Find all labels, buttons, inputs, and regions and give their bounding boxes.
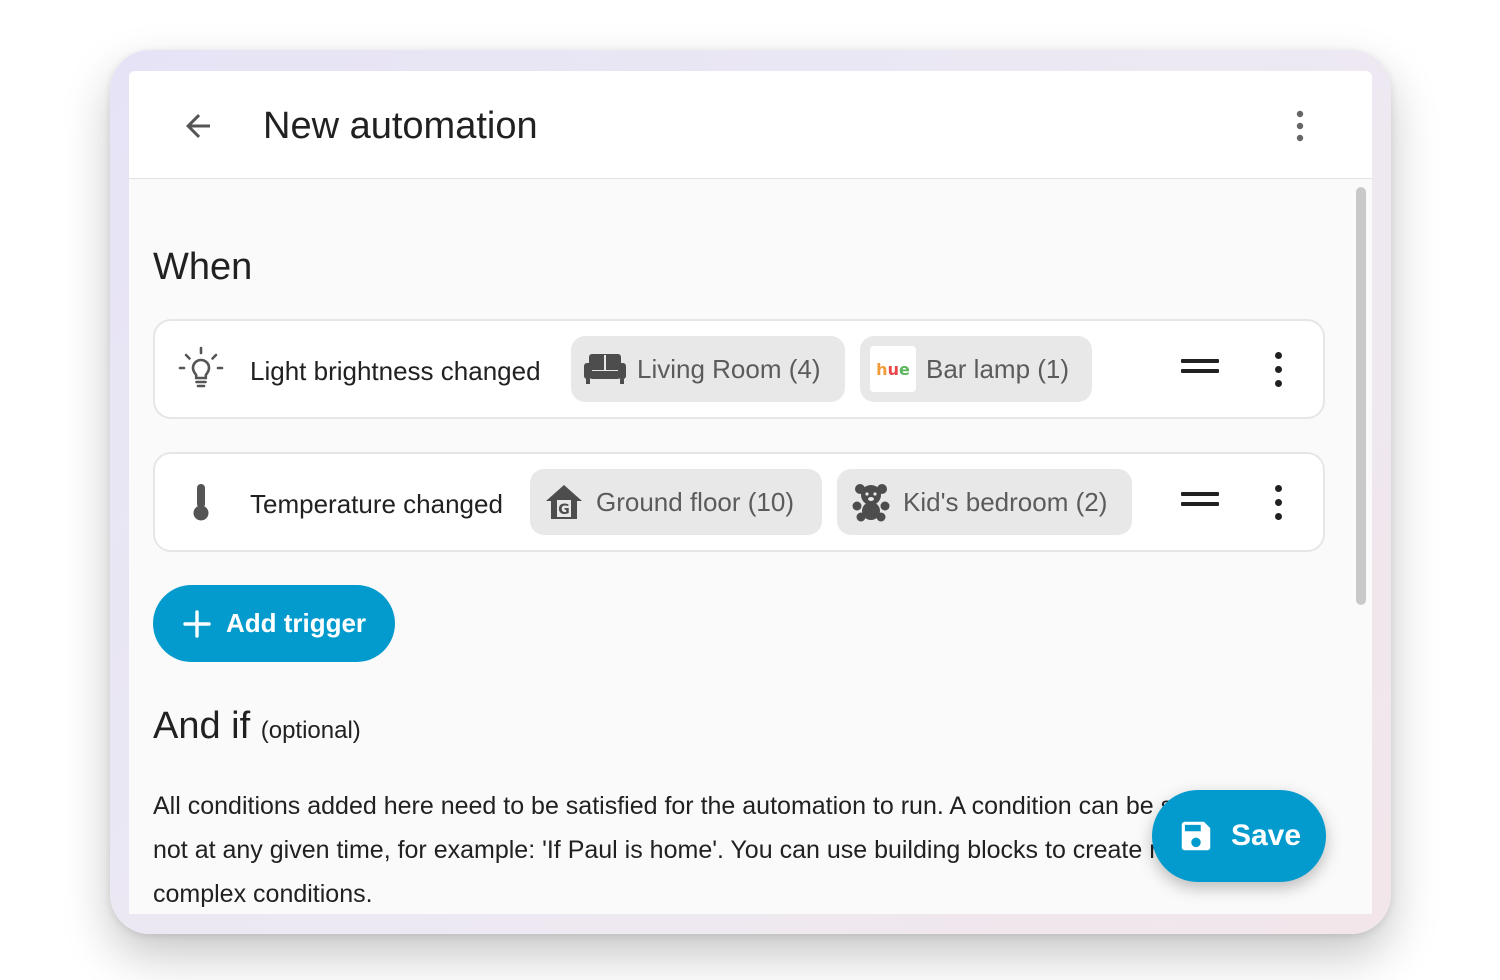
drag-handle-icon[interactable] (1181, 492, 1219, 512)
trigger-menu-button[interactable] (1263, 481, 1293, 523)
hue-logo: hue (870, 346, 916, 392)
trigger-card-light-brightness[interactable]: Light brightness changed Living Room (4) (153, 319, 1325, 419)
teddy-bear-icon (849, 480, 893, 524)
floppy-disk-icon (1181, 821, 1211, 851)
trigger-menu-button[interactable] (1263, 348, 1293, 390)
target-chip-bar-lamp[interactable]: hue Bar lamp (1) (860, 336, 1092, 402)
add-trigger-button[interactable]: Add trigger (153, 585, 395, 662)
trigger-card-temperature[interactable]: Temperature changed G Ground floor (10) (153, 452, 1325, 552)
optional-label: (optional) (260, 717, 361, 744)
target-chip-living-room[interactable]: Living Room (4) (571, 336, 845, 402)
target-chip-ground-floor[interactable]: G Ground floor (10) (530, 469, 822, 535)
top-app-bar: New automation (129, 71, 1372, 179)
chip-label: Kid's bedroom (2) (903, 486, 1108, 517)
back-button[interactable] (176, 104, 220, 148)
plus-icon (183, 609, 211, 638)
overflow-menu-button[interactable] (1280, 104, 1320, 148)
chip-label: Living Room (4) (637, 353, 821, 384)
arrow-left-icon (186, 114, 210, 138)
and-if-title: And if (153, 705, 251, 747)
lightbulb-icon (177, 345, 225, 393)
page-title: New automation (263, 105, 538, 147)
and-if-heading: And if (optional) (153, 705, 361, 748)
target-chip-kids-bedroom[interactable]: Kid's bedroom (2) (837, 469, 1132, 535)
save-label: Save (1230, 819, 1302, 852)
conditions-description: All conditions added here need to be sat… (153, 792, 1282, 908)
device-frame: New automation When Light brightness cha… (110, 50, 1391, 934)
scrollbar-thumb[interactable] (1356, 187, 1366, 605)
home-floor-icon: G (542, 480, 586, 524)
thermometer-icon (177, 478, 225, 526)
chip-label: Bar lamp (1) (926, 353, 1070, 384)
trigger-label: Light brightness changed (250, 356, 541, 386)
save-button[interactable]: Save (1152, 790, 1326, 882)
drag-handle-icon[interactable] (1181, 359, 1219, 379)
trigger-label: Temperature changed (250, 489, 503, 519)
chip-label: Ground floor (10) (596, 486, 794, 517)
svg-text:G: G (558, 502, 570, 518)
when-heading: When (153, 246, 253, 288)
automation-editor-screen: New automation When Light brightness cha… (129, 71, 1372, 914)
add-trigger-label: Add trigger (225, 608, 367, 638)
sofa-icon (583, 347, 627, 391)
dots-vertical-icon (1296, 110, 1304, 142)
